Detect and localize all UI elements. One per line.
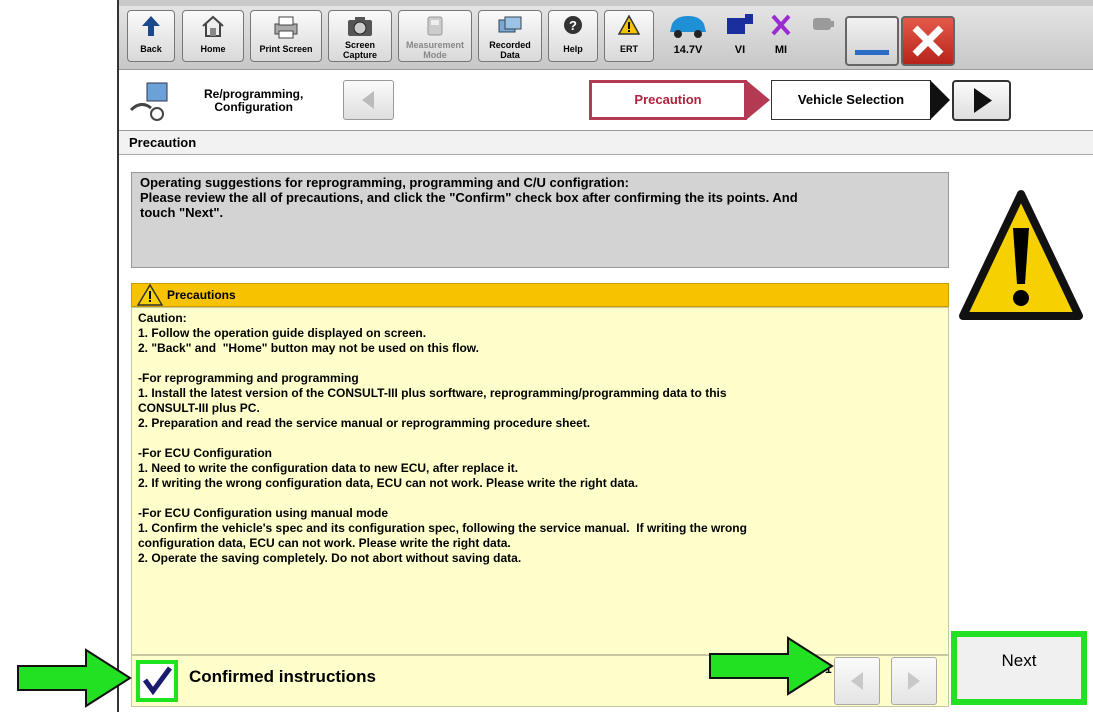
- next-step-button[interactable]: [952, 80, 1011, 121]
- car-icon: [660, 10, 716, 44]
- ert-button[interactable]: ERT: [604, 10, 654, 62]
- mi-label: MI: [774, 44, 788, 56]
- triangle-right-icon: [974, 88, 992, 113]
- minimize-button[interactable]: [845, 16, 899, 66]
- warning-icon: [605, 14, 653, 44]
- mi-status: MI: [764, 10, 798, 62]
- breadcrumb-title: Re/programming, Configuration: [204, 88, 303, 114]
- reprogramming-icon: [127, 80, 175, 124]
- checkmark-icon: [142, 666, 173, 696]
- voltage-text: 14.7V: [673, 44, 703, 56]
- suggestion-box: Operating suggestions for reprogramming,…: [131, 172, 949, 268]
- vi-icon: [722, 10, 758, 44]
- home-icon: [183, 14, 243, 44]
- recorded-data-icon: [479, 14, 541, 40]
- precautions-header-text: Precautions: [167, 288, 236, 302]
- help-label: Help: [563, 44, 583, 54]
- svg-text:?: ?: [569, 18, 577, 33]
- next-button[interactable]: Next: [951, 631, 1087, 705]
- next-label: Next: [1001, 651, 1037, 670]
- home-button[interactable]: Home: [182, 10, 244, 62]
- step-precaution-label: Precaution: [634, 92, 702, 107]
- precautions-body: Caution: 1. Follow the operation guide d…: [131, 307, 949, 655]
- vi-status: VI: [722, 10, 758, 62]
- precautions-header: Precautions: [131, 283, 949, 307]
- checkbox-pointer-arrow: [16, 646, 134, 715]
- confirm-checkbox[interactable]: [136, 660, 178, 702]
- print-label: Print Screen: [259, 44, 313, 54]
- screen-capture-button[interactable]: Screen Capture: [328, 10, 392, 62]
- close-icon: [912, 25, 944, 57]
- section-title-text: Precaution: [129, 135, 197, 150]
- capture-label-1: Screen: [344, 40, 376, 50]
- print-screen-button[interactable]: Print Screen: [250, 10, 322, 62]
- recorded-data-button[interactable]: Recorded Data: [478, 10, 542, 62]
- recorded-label-2: Data: [500, 50, 520, 60]
- mi-x-icon: [764, 10, 798, 44]
- consult-window: Back Home Print Screen Screen Capture Me…: [117, 0, 1093, 712]
- measurement-mode-button[interactable]: Measurement Mode: [398, 10, 472, 62]
- vi-label: VI: [734, 44, 746, 56]
- measure-label-1: Measurement: [405, 40, 465, 50]
- step-arrow-2: [930, 80, 952, 125]
- help-button[interactable]: ? Help: [548, 10, 598, 62]
- home-label: Home: [200, 44, 226, 54]
- next-pointer-arrow: [708, 634, 836, 703]
- breadcrumb-line-2: Configuration: [214, 100, 293, 114]
- recorded-label-1: Recorded: [489, 40, 531, 50]
- ert-label: ERT: [620, 44, 638, 54]
- close-button[interactable]: [901, 16, 955, 66]
- page-next-icon: [908, 672, 920, 690]
- camera-icon: [329, 14, 391, 40]
- measure-label-2: Mode: [423, 50, 447, 60]
- connection-status: [807, 10, 839, 62]
- step-vehicle-selection: Vehicle Selection: [771, 80, 931, 120]
- battery-voltage-status: 14.7V: [660, 10, 716, 62]
- help-icon: ?: [549, 14, 597, 44]
- step-arrow-1: [746, 80, 772, 125]
- printer-icon: [251, 14, 321, 44]
- capture-label-2: Capture: [342, 50, 377, 60]
- page-prev-button[interactable]: [834, 657, 880, 705]
- back-label: Back: [140, 44, 162, 54]
- back-button[interactable]: Back: [127, 10, 175, 62]
- back-arrow-icon: [128, 14, 174, 44]
- minimize-icon: [855, 50, 889, 55]
- toolbar: Back Home Print Screen Screen Capture Me…: [119, 6, 1093, 70]
- step-precaution: Precaution: [589, 80, 747, 120]
- previous-step-button[interactable]: [343, 80, 394, 120]
- section-title: Precaution: [119, 131, 1093, 155]
- step-vehicle-selection-label: Vehicle Selection: [797, 92, 905, 107]
- meter-icon: [399, 14, 471, 40]
- confirm-label: Confirmed instructions: [189, 667, 377, 686]
- connector-icon: [807, 10, 839, 44]
- large-warning-icon: [957, 188, 1085, 333]
- page-prev-icon: [851, 672, 863, 690]
- page-next-button[interactable]: [891, 657, 937, 705]
- triangle-left-icon: [362, 91, 374, 109]
